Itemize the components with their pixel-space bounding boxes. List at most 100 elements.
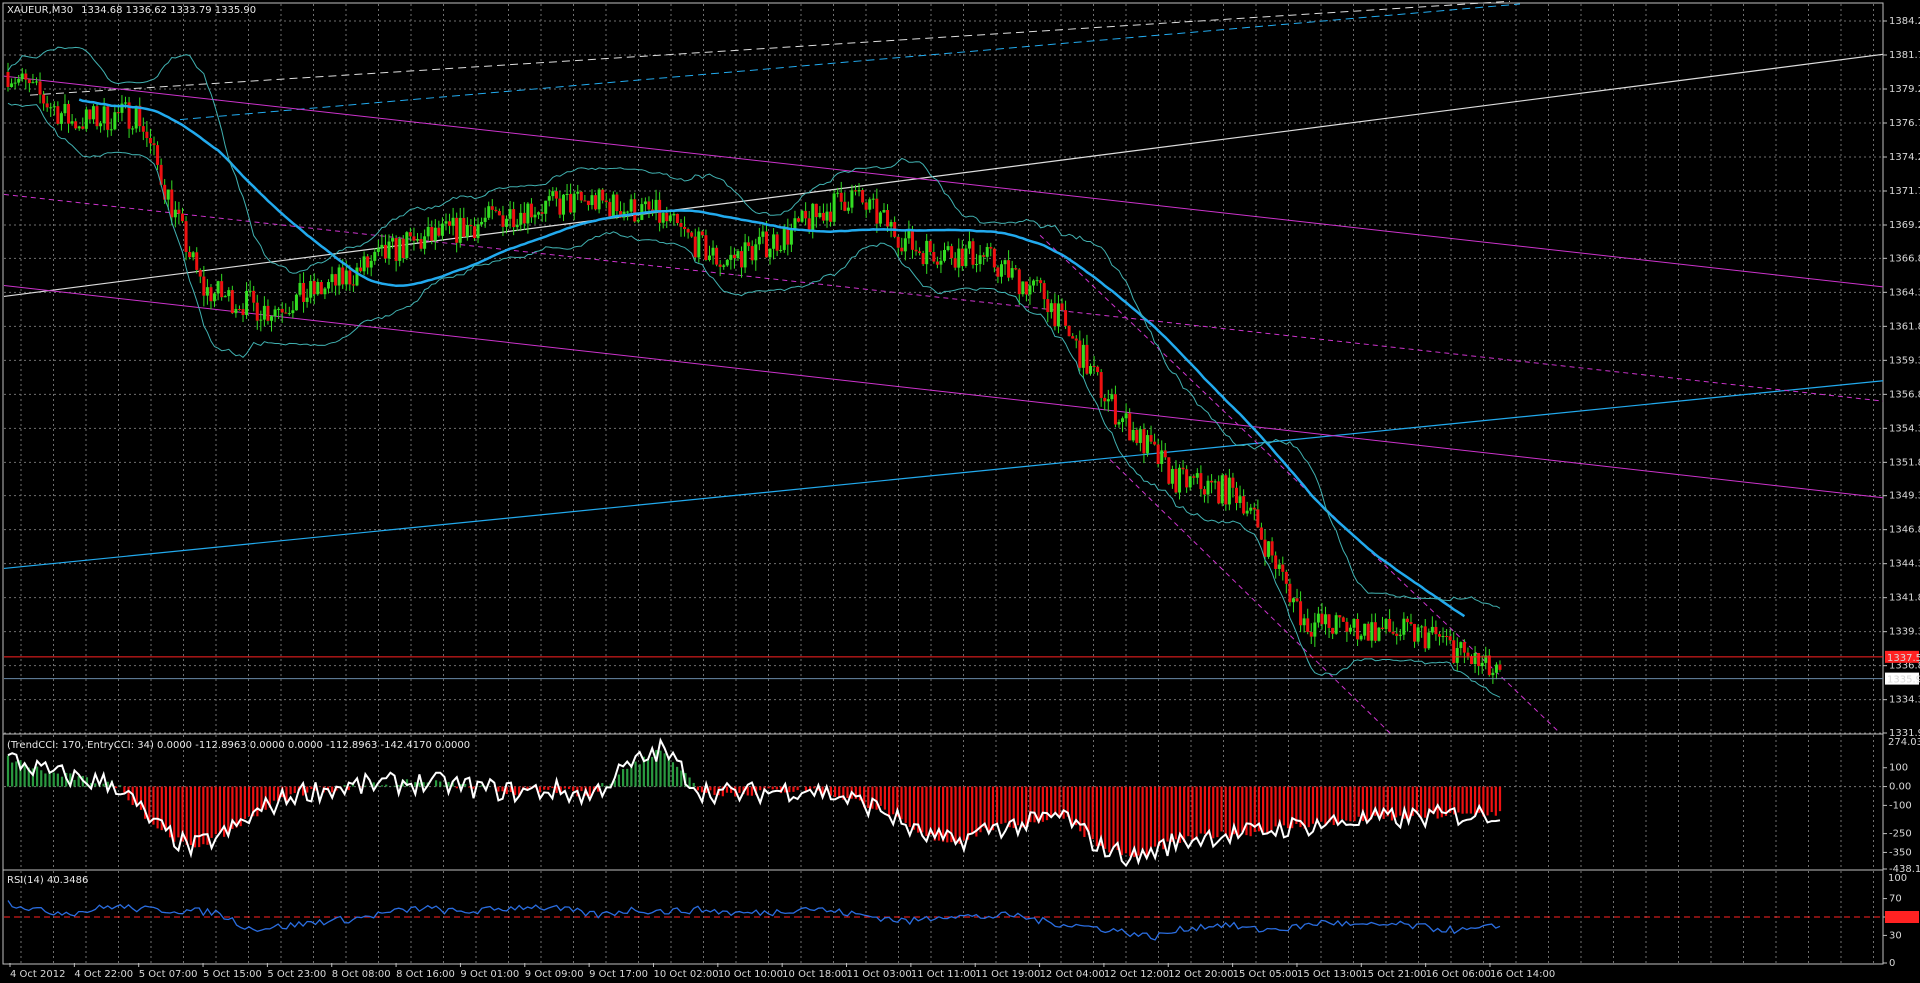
candle-body <box>871 198 875 200</box>
candle-body <box>750 246 754 261</box>
chart-window[interactable]: 1000.00-100-250-350-438.114 7050.00300 1… <box>0 0 1920 983</box>
candle-body <box>1452 640 1456 663</box>
candle-body <box>1121 418 1125 423</box>
candle-body <box>1220 475 1224 504</box>
candle-body <box>996 267 1000 277</box>
candle-body <box>1206 480 1210 495</box>
candle-body <box>914 249 918 252</box>
candle-body <box>440 223 444 236</box>
candle-body <box>675 213 679 224</box>
candle-body <box>1167 457 1171 484</box>
price-tick-label: 1356.80 <box>1889 389 1920 400</box>
candle-body <box>1113 394 1117 425</box>
candle-body <box>1049 303 1053 313</box>
time-tick-label: 12 Oct 12:00 <box>1104 969 1169 980</box>
candle-body <box>818 212 822 218</box>
candle-body <box>45 103 49 108</box>
candle-body <box>106 106 110 130</box>
candle-body <box>839 192 843 202</box>
candle-body <box>1281 564 1285 572</box>
candle-body <box>1338 615 1342 618</box>
candle-body <box>1259 527 1263 540</box>
candle-body <box>1195 473 1199 478</box>
candle-body <box>170 189 174 218</box>
candle-body <box>1398 634 1402 636</box>
candle-body <box>1128 413 1132 441</box>
candle-body <box>1252 507 1256 510</box>
candle-body <box>1131 429 1135 441</box>
candle-body <box>20 73 24 80</box>
candle-body <box>91 106 95 120</box>
candle-body <box>526 203 530 224</box>
candle-body <box>889 222 893 227</box>
time-tick-label: 9 Oct 09:00 <box>525 969 584 980</box>
candle-body <box>316 282 320 295</box>
price-tick-label: 1341.85 <box>1889 593 1920 604</box>
candle-body <box>245 291 249 316</box>
cci-top-label: 274.0339 <box>1888 737 1920 748</box>
candle-body <box>465 224 469 237</box>
candle-body <box>1199 473 1203 490</box>
candle-body <box>1477 653 1481 667</box>
price-tick-label: 1376.75 <box>1889 118 1920 129</box>
candle-body <box>843 201 847 211</box>
candle-body <box>740 251 744 268</box>
candle-body <box>1324 614 1328 625</box>
candle-body <box>156 145 160 165</box>
cci-tick-label: -350 <box>1889 847 1912 858</box>
candle-body <box>1363 623 1367 636</box>
candle-body <box>700 231 704 236</box>
rsi-header: RSI(14) 40.3486 <box>7 875 88 886</box>
candle-body <box>419 239 423 249</box>
candle-body <box>633 199 637 222</box>
time-tick-label: 4 Oct 22:00 <box>74 969 133 980</box>
price-tick-label: 1364.30 <box>1889 287 1920 298</box>
candle-body <box>1035 280 1039 282</box>
candle-body <box>715 247 719 265</box>
candle-body <box>1135 429 1139 443</box>
candle-body <box>505 218 509 227</box>
candle-body <box>284 312 288 314</box>
candle-body <box>1242 496 1246 514</box>
candle-body <box>326 282 330 289</box>
candle-body <box>74 121 78 129</box>
candle-body <box>665 212 669 222</box>
candle-body <box>540 212 544 214</box>
candle-body <box>896 236 900 248</box>
time-tick-label: 5 Oct 07:00 <box>139 969 198 980</box>
candle-body <box>861 190 865 203</box>
candle-body <box>234 308 238 314</box>
candle-body <box>17 79 21 83</box>
candle-body <box>116 112 120 114</box>
price-tick-label: 1371.75 <box>1889 186 1920 197</box>
candle-body <box>697 231 701 258</box>
candle-body <box>202 276 206 296</box>
candle-body <box>586 200 590 206</box>
candle-body <box>1142 429 1146 454</box>
candle-body <box>1138 429 1142 443</box>
price-tick-label: 1379.25 <box>1889 84 1920 95</box>
candle-body <box>1494 664 1498 673</box>
candle-body <box>494 209 498 212</box>
candle-body <box>800 210 804 222</box>
candle-body <box>522 212 526 224</box>
candle-body <box>1042 283 1046 300</box>
candle-body <box>1110 394 1114 400</box>
candle-body <box>1480 662 1484 667</box>
candle-body <box>772 234 776 249</box>
candle-body <box>1249 507 1253 511</box>
candle-body <box>1491 672 1495 676</box>
candle-body <box>626 211 630 213</box>
rsi-50-box <box>1885 911 1919 923</box>
candle-body <box>1245 510 1249 514</box>
candle-body <box>1074 338 1078 341</box>
candle-body <box>391 238 395 242</box>
candle-body <box>362 256 366 272</box>
candle-body <box>223 296 227 298</box>
candle-body <box>469 224 473 227</box>
candle-body <box>227 290 231 297</box>
candle-body <box>77 126 81 129</box>
candle-body <box>1106 399 1110 402</box>
candle-body <box>597 189 601 210</box>
candle-body <box>1227 477 1231 505</box>
